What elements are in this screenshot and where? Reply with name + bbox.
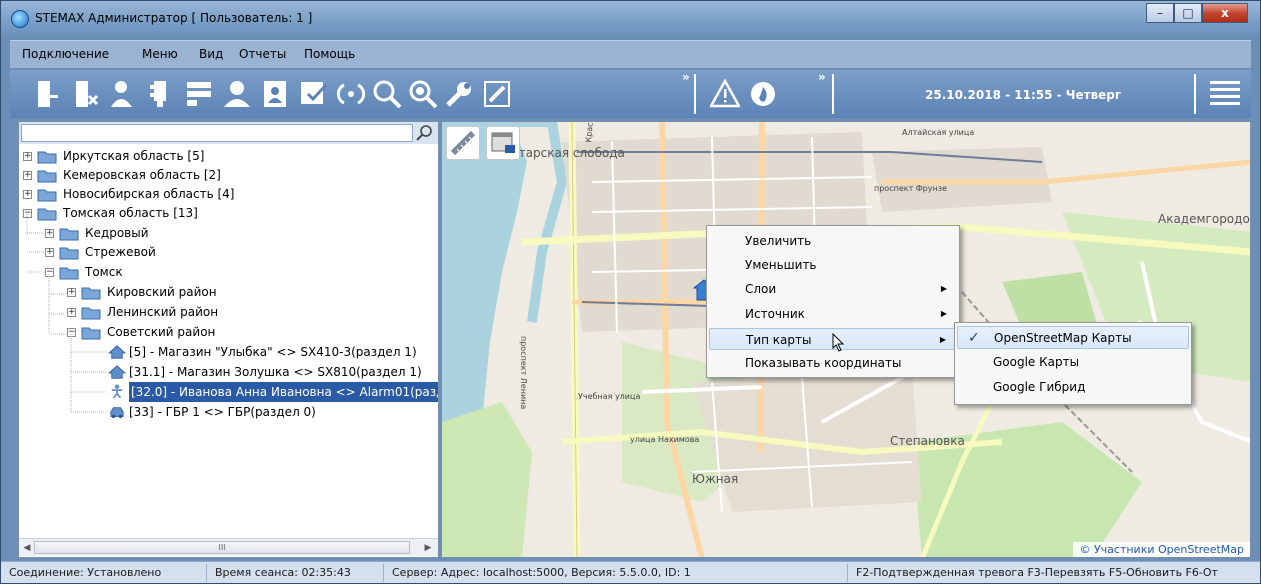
- person-icon[interactable]: [222, 79, 252, 109]
- datetime-display: 25.10.2018 - 11:55 - Четверг: [925, 88, 1122, 102]
- tree-node-label: [33] - ГБР 1 <> ГБР(раздел 0): [129, 405, 316, 419]
- status-connection: Соединение: Установлено: [3, 564, 207, 582]
- map-label-yuzhnaya: Южная: [692, 472, 739, 486]
- street-label-frunze: проспект Фрунзе: [874, 184, 947, 193]
- status-server: Сервер: Адрес: localhost:5000, Версия: 5…: [386, 564, 848, 582]
- menu-item-label: Уменьшить: [745, 258, 817, 272]
- window-title: STEMAX Администратор [ Пользователь: 1 ]: [35, 11, 313, 25]
- check-icon[interactable]: [298, 79, 328, 109]
- zoom-search-icon[interactable]: [408, 79, 438, 109]
- menu-menu[interactable]: Меню: [142, 47, 178, 61]
- tree-node-label: [5] - Магазин "Улыбка" <> SX410-3(раздел…: [129, 345, 417, 359]
- ruler-tool-button[interactable]: [446, 126, 480, 160]
- menu-connection[interactable]: Подключение: [22, 47, 109, 61]
- map-label-akademgorodok: Академгородок: [1158, 212, 1251, 226]
- list-icon[interactable]: [184, 79, 214, 109]
- layers-tool-button[interactable]: [486, 126, 520, 160]
- refresh-icon[interactable]: [336, 79, 366, 109]
- submenu-item-google-maps[interactable]: Google Карты: [957, 351, 1189, 374]
- menu-item-label: Слои: [745, 282, 777, 296]
- toolbar-separator: [1194, 74, 1196, 114]
- mouse-cursor-icon: [832, 333, 845, 352]
- status-session-time: Время сеанса: 02:35:43: [209, 564, 384, 582]
- menu-item-zoom-in[interactable]: Увеличить: [709, 230, 957, 252]
- submenu-arrow-icon: ▶: [940, 309, 947, 318]
- tree-connectors: [26, 214, 107, 413]
- scroll-thumb[interactable]: III: [34, 541, 410, 554]
- map-context-menu: Увеличить Уменьшить Слои ▶ Источник ▶ Тип …: [706, 225, 960, 378]
- status-hotkeys: F2-Подтвержденная тревога F3-Перевзять F…: [856, 566, 1218, 579]
- submenu-item-google-hybrid[interactable]: Google Гибрид: [957, 376, 1189, 399]
- user-icon[interactable]: [108, 79, 138, 109]
- submenu-arrow-icon: ▶: [939, 335, 946, 344]
- toolbar-separator: [694, 74, 696, 114]
- ruler-icon: [450, 130, 476, 156]
- app-window: STEMAX Администратор [ Пользователь: 1 ]…: [0, 0, 1261, 584]
- street-label-uchebnaya: Учебная улица: [578, 392, 641, 401]
- edit-icon[interactable]: [482, 79, 512, 109]
- menu-item-label: Google Карты: [993, 355, 1080, 369]
- submenu-item-osm[interactable]: ✓ OpenStreetMap Карты: [957, 326, 1189, 349]
- menu-item-show-coordinates[interactable]: Показывать координаты: [709, 352, 957, 374]
- title-bar: STEMAX Администратор [ Пользователь: 1 ]…: [1, 1, 1260, 35]
- menu-item-label: Источник: [745, 307, 805, 321]
- street-label-nakhimova: улица Нахимова: [630, 435, 700, 444]
- menu-item-label: Google Гибрид: [993, 380, 1086, 394]
- close-button[interactable]: x: [1202, 3, 1248, 23]
- scroll-left-arrow-icon[interactable]: ◀: [20, 541, 34, 555]
- menu-view[interactable]: Вид: [199, 47, 223, 61]
- menu-item-source[interactable]: Источник ▶: [709, 303, 957, 325]
- toolbar-overflow-1[interactable]: »: [682, 70, 690, 84]
- map-label-stepanovka: Степановка: [890, 434, 965, 448]
- map-attribution[interactable]: © Участники OpenStreetMap: [1073, 542, 1250, 557]
- menu-help[interactable]: Помощь: [304, 47, 355, 61]
- search-input[interactable]: [21, 124, 413, 142]
- device-add-icon[interactable]: [32, 79, 62, 109]
- minimize-button[interactable]: –: [1146, 3, 1174, 23]
- map-type-submenu: ✓ OpenStreetMap Карты Google Карты Google…: [954, 322, 1192, 405]
- hamburger-menu-icon[interactable]: [1210, 81, 1240, 107]
- toolbar: » » 25.10.2018 - 11:55 - Четверг: [10, 70, 1251, 118]
- toolbar-separator: [832, 74, 834, 114]
- tree-node-label: [31.1] - Магазин Золушка <> SX810(раздел…: [129, 365, 422, 379]
- scroll-right-arrow-icon[interactable]: ▶: [421, 541, 435, 555]
- fire-icon[interactable]: [748, 79, 778, 109]
- tree-node-label: [32.0] - Иванова Анна Ивановна <> Alarm0…: [129, 382, 438, 402]
- menu-item-label: Увеличить: [745, 234, 812, 248]
- report-icon[interactable]: [260, 79, 290, 109]
- map-label-sloboda: Татарская слобода: [504, 146, 625, 160]
- search-icon[interactable]: [372, 79, 402, 109]
- menu-item-label: Тип карты: [746, 333, 812, 347]
- app-logo-icon: [11, 10, 29, 28]
- device-icon[interactable]: [146, 79, 176, 109]
- menu-bar: Подключение Меню Вид Отчеты Помощь: [10, 40, 1251, 68]
- search-row: [19, 122, 438, 144]
- toolbar-overflow-2[interactable]: »: [818, 70, 826, 84]
- search-icon[interactable]: [416, 124, 434, 142]
- street-label-altai: Алтайская улица: [902, 128, 975, 137]
- menu-reports[interactable]: Отчеты: [239, 47, 286, 61]
- object-tree-panel: + Иркутская область [5] + Кемеровская об…: [18, 121, 439, 558]
- street-label-lenina: проспект Ленина: [519, 336, 528, 410]
- menu-item-label: Показывать координаты: [745, 356, 902, 370]
- device-remove-icon[interactable]: [70, 79, 100, 109]
- map-layers-icon: [491, 132, 515, 153]
- tree-horizontal-scrollbar[interactable]: ◀ III ▶: [19, 538, 438, 556]
- status-bar: Соединение: Установлено Время сеанса: 02…: [1, 561, 1260, 583]
- menu-item-zoom-out[interactable]: Уменьшить: [709, 254, 957, 276]
- menu-item-layers[interactable]: Слои ▶: [709, 278, 957, 300]
- warning-icon[interactable]: [710, 79, 740, 109]
- window-controls: – □ x: [1146, 3, 1248, 23]
- check-icon: ✓: [968, 330, 980, 346]
- object-tree: + Иркутская область [5] + Кемеровская об…: [19, 146, 438, 536]
- wrench-icon[interactable]: [444, 79, 474, 109]
- maximize-button[interactable]: □: [1174, 3, 1202, 23]
- menu-item-label: OpenStreetMap Карты: [994, 331, 1132, 345]
- submenu-arrow-icon: ▶: [940, 284, 947, 293]
